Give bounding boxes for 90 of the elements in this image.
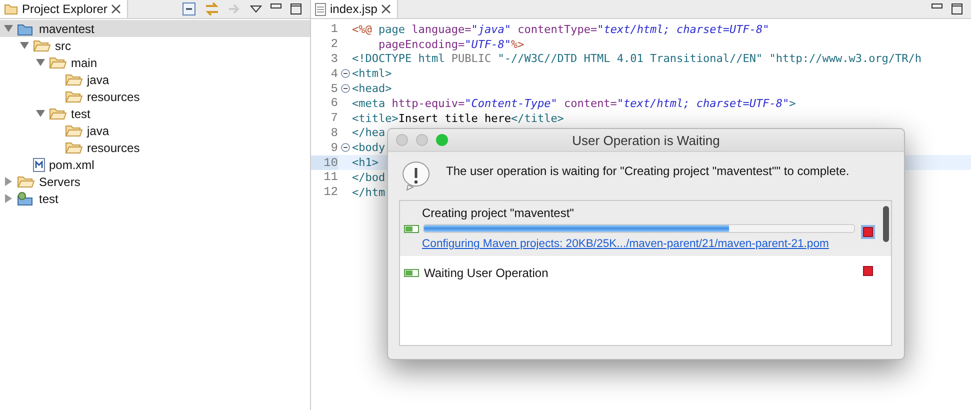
folder-icon [17, 175, 35, 188]
tree-label: test [38, 192, 58, 206]
close-icon[interactable] [381, 4, 392, 14]
tree-item[interactable]: test [32, 105, 310, 122]
folder-icon [33, 39, 51, 52]
tree-label: java [86, 72, 110, 86]
code-line: </bod [352, 170, 386, 184]
line-number: 1 [330, 22, 338, 36]
line-number: 3 [330, 52, 338, 66]
line-number: 6 [330, 96, 338, 110]
line-number: 2 [330, 37, 338, 52]
editor-tab[interactable]: index.jsp [311, 0, 398, 18]
line-number: 8 [330, 126, 338, 140]
job-title: Waiting User Operation [423, 266, 548, 280]
code-line: <h1> [352, 156, 378, 170]
line-number: 12 [322, 185, 338, 200]
maximize-icon[interactable] [951, 3, 963, 15]
line-number: 11 [322, 170, 338, 184]
tree-item[interactable]: resources [48, 139, 310, 156]
explorer-tab[interactable]: Project Explorer [0, 0, 128, 18]
tree-label: pom.xml [48, 158, 94, 172]
tab-label: index.jsp [330, 2, 378, 16]
line-number: 7 [330, 111, 338, 126]
web-project-icon [17, 192, 35, 206]
expanded-arrow-icon[interactable] [36, 109, 45, 118]
job-title: Creating project "maventest" [421, 206, 575, 220]
dialog-message: The user operation is waiting for "Creating project "maventest"" to complete. [446, 163, 850, 178]
folder-icon [4, 3, 18, 15]
tree-item[interactable]: src [16, 37, 310, 54]
expanded-arrow-icon[interactable] [20, 41, 29, 50]
collapsed-arrow-icon[interactable] [4, 194, 13, 203]
job-icon [404, 224, 419, 232]
folder-icon [65, 73, 83, 86]
code-line: <body [352, 141, 386, 154]
tree-item[interactable]: pom.xml [16, 156, 310, 173]
folder-icon [65, 90, 83, 103]
collapsed-arrow-icon[interactable] [4, 177, 13, 186]
code-line: <title>Insert title here</title> [352, 112, 564, 125]
collapse-all-icon[interactable] [182, 2, 196, 16]
tree-label: resources [86, 90, 140, 104]
tree-item[interactable]: main [32, 54, 310, 71]
tree-item[interactable]: test [0, 190, 310, 207]
tree-item[interactable]: java [48, 71, 310, 88]
code-line: <html> [352, 67, 392, 80]
code-line: <!DOCTYPE html PUBLIC "-//W3C//DTD HTML 4.01 Transitional//EN" "http://www.w3.org/TR/h [352, 52, 922, 66]
tree-label: src [54, 38, 71, 52]
warning-bubble-icon [400, 160, 432, 192]
tree-label: java [86, 124, 110, 138]
close-icon[interactable] [111, 4, 122, 14]
expanded-arrow-icon[interactable] [36, 58, 45, 67]
job-row[interactable]: Waiting User Operation [400, 256, 891, 282]
code-line: <head> [352, 82, 392, 96]
job-row[interactable]: Creating project "maventest" Configuring Maven projects: 20KB/25K.../maven-parent/21/maven-parent-21.pom [400, 201, 891, 256]
code-line: <meta http-equiv="Content-Type" content="text/html; charset=UTF-8"> [352, 96, 796, 110]
disabled-arrow-icon [228, 3, 242, 15]
tree-label: maventest [38, 22, 94, 36]
tree-item[interactable]: maventest [0, 20, 310, 37]
view-menu-icon[interactable] [250, 4, 262, 14]
document-icon [315, 2, 326, 16]
tree-label: Servers [38, 174, 80, 188]
fold-icon[interactable] [340, 69, 350, 78]
code-line: pageEncoding="UTF-8"%> [377, 38, 524, 51]
code-line: </htm [352, 186, 386, 199]
fold-icon[interactable] [340, 143, 350, 152]
tab-label: Project Explorer [22, 2, 108, 16]
code-line: <%@ page language="java" contentType="text/html; charset=UTF-8" [352, 22, 770, 36]
job-detail-link[interactable]: Configuring Maven projects: 20KB/25K.../maven-parent/21/maven-parent-21.pom [404, 238, 855, 250]
scrollbar-thumb[interactable] [883, 206, 889, 242]
tree-label: resources [86, 140, 140, 154]
code-line: </hea [352, 126, 386, 140]
job-icon [404, 269, 419, 277]
tree-item[interactable]: resources [48, 88, 310, 105]
project-folder-icon [17, 22, 35, 36]
tree-label: main [70, 56, 98, 70]
dialog-title: User Operation is Waiting [571, 132, 721, 148]
line-number: 4 [330, 66, 338, 81]
line-number: 9 [330, 140, 338, 155]
line-number: 5 [330, 82, 338, 96]
folder-icon [65, 124, 83, 137]
tree-label: test [70, 106, 90, 120]
folder-icon [49, 107, 67, 120]
maximize-icon[interactable] [290, 3, 302, 15]
fold-icon[interactable] [340, 84, 350, 94]
folder-icon [65, 141, 83, 154]
line-number: 10 [311, 156, 338, 170]
tree-item[interactable]: Servers [0, 173, 310, 190]
expanded-arrow-icon[interactable] [4, 24, 13, 33]
tree-item[interactable]: java [48, 122, 310, 139]
maven-file-icon [33, 158, 45, 172]
folder-icon [49, 56, 67, 69]
